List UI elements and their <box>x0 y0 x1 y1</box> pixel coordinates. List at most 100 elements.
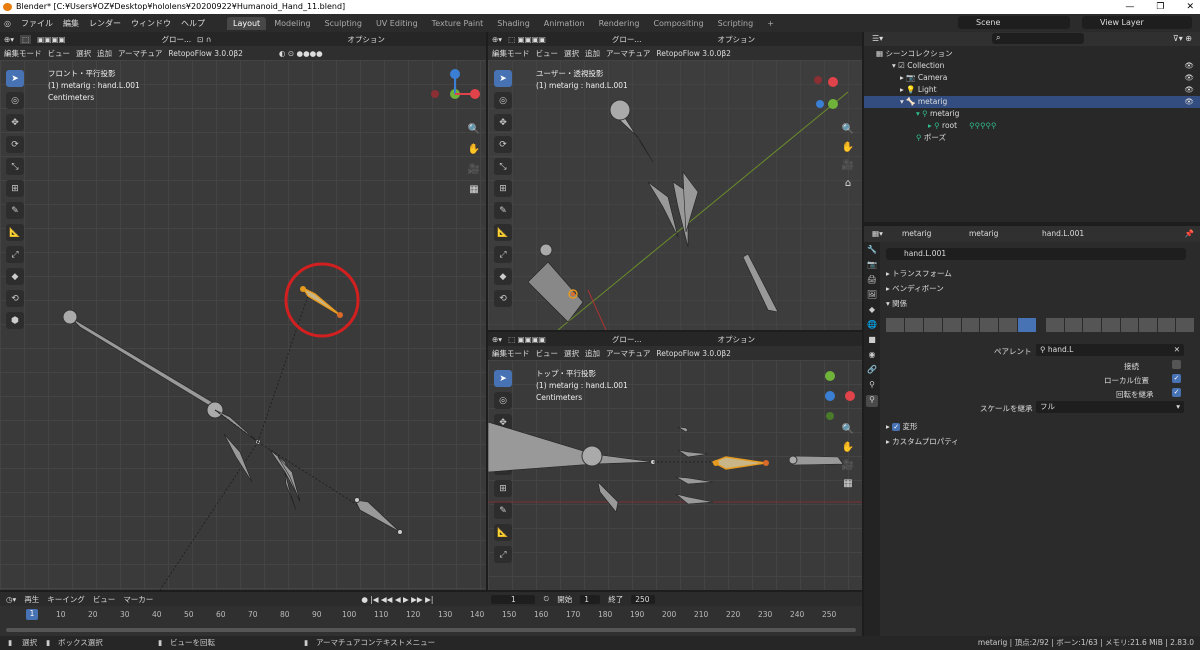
gizmo-y-axis-3[interactable] <box>825 371 835 381</box>
ortho-toggle-icon[interactable]: ▦ <box>466 184 482 200</box>
panel-deform[interactable]: ▸ ✓ 変形 <box>886 421 918 432</box>
viewport-top[interactable]: ⊕▾ ⬚ ▣▣▣▣ グロー... オプション 編集モード ビュー 選択 追加 ア… <box>488 332 862 590</box>
tab-rendering[interactable]: Rendering <box>593 17 646 30</box>
bone-forearm[interactable] <box>69 316 221 413</box>
panel-custom-properties[interactable]: ▸ カスタムプロパティ <box>886 436 959 447</box>
tab-sculpting[interactable]: Sculpting <box>319 17 368 30</box>
local-location-checkbox[interactable]: ✓ <box>1172 374 1181 383</box>
tab-compositing[interactable]: Compositing <box>647 17 709 30</box>
physics-tab-icon[interactable]: ◉ <box>866 350 878 362</box>
timeline-editor-icon[interactable]: ◷▾ <box>6 595 16 604</box>
tab-uv-editing[interactable]: UV Editing <box>370 17 424 30</box>
pan-hand-icon-2[interactable]: ✋ <box>840 142 856 158</box>
marker-menu[interactable]: マーカー <box>123 594 153 605</box>
zoom-icon-3[interactable]: 🔍 <box>840 424 856 440</box>
bone-layers-left[interactable] <box>886 318 1036 332</box>
tab-animation[interactable]: Animation <box>538 17 591 30</box>
playback-menu[interactable]: 再生 <box>24 594 39 605</box>
blender-menu-icon[interactable]: ◎ <box>4 19 11 28</box>
deform-checkbox[interactable]: ✓ <box>892 423 901 431</box>
constraints-tab-icon[interactable]: 🔗 <box>866 365 878 377</box>
panel-transform[interactable]: ▸ トランスフォーム <box>886 268 952 279</box>
output-tab-icon[interactable]: 🖨 <box>866 275 878 287</box>
perspective-toggle-icon-2[interactable]: ⌂ <box>840 178 856 194</box>
gizmo-x-axis-3[interactable] <box>845 391 855 401</box>
bone-layers-right[interactable] <box>1046 318 1194 332</box>
timeline-ruler[interactable]: 1 10 20 30 40 50 60 70 80 90 100 110 120… <box>0 608 862 622</box>
outliner-row-light[interactable]: ▸ 💡 Light 👁 <box>864 84 1200 96</box>
view-layer-selector[interactable]: View Layer <box>1082 16 1192 29</box>
data-tab-icon[interactable]: ⚲ <box>866 380 878 392</box>
world-tab-icon[interactable]: 🌐 <box>866 320 878 332</box>
menu-render[interactable]: レンダー <box>89 18 121 29</box>
eye-icon[interactable]: 👁 <box>1184 96 1194 108</box>
eye-icon[interactable]: 👁 <box>1184 84 1194 96</box>
pan-hand-icon-3[interactable]: ✋ <box>840 442 856 458</box>
breadcrumb-metarig-object[interactable]: metarig <box>902 226 931 242</box>
viewport-user-perspective[interactable]: ⊕▾ ⬚ ▣▣▣▣ グロー... オプション 編集モード ビュー 選択 追加 ア… <box>488 32 862 330</box>
outliner-row-collection[interactable]: ▾ ☑ Collection 👁 <box>864 60 1200 72</box>
filter-icon[interactable]: ⊽▾ ⊕ <box>1173 34 1192 43</box>
eye-icon[interactable]: 👁 <box>1184 60 1194 72</box>
tab-texture-paint[interactable]: Texture Paint <box>426 17 490 30</box>
pin-icon[interactable]: 📌 <box>1185 226 1194 242</box>
object-tab-icon[interactable]: ■ <box>866 335 878 347</box>
outliner-row-camera[interactable]: ▸ 📷 Camera 👁 <box>864 72 1200 84</box>
scene-selector[interactable]: Scene <box>958 16 1070 29</box>
zoom-icon[interactable]: 🔍 <box>466 124 482 140</box>
outliner-row-pose[interactable]: ⚲ ポーズ <box>864 132 1200 144</box>
gizmo-z-axis-2[interactable] <box>816 100 824 108</box>
ortho-toggle-icon-3[interactable]: ▦ <box>840 478 856 494</box>
connect-checkbox[interactable] <box>1172 360 1181 369</box>
zoom-icon-2[interactable]: 🔍 <box>840 124 856 140</box>
end-frame-field[interactable]: 250 <box>631 594 656 604</box>
gizmo-y-axis-2[interactable] <box>828 99 838 109</box>
gizmo-neg-x-axis[interactable] <box>431 90 439 98</box>
render-tab-icon[interactable]: 📷 <box>866 260 878 272</box>
menu-window[interactable]: ウィンドウ <box>131 18 171 29</box>
breadcrumb-metarig-data[interactable]: metarig <box>969 226 998 242</box>
camera-view-icon-2[interactable]: 🎥 <box>840 160 856 176</box>
pan-hand-icon[interactable]: ✋ <box>466 144 482 160</box>
outliner-row-root[interactable]: ▸ ⚲ root ⚲⚲⚲⚲⚲ <box>864 120 1200 132</box>
scene-tab-icon[interactable]: ◆ <box>866 305 878 317</box>
menu-help[interactable]: ヘルプ <box>181 18 205 29</box>
tab-layout[interactable]: Layout <box>226 16 267 30</box>
properties-editor-icon[interactable]: ▦▾ <box>872 226 883 242</box>
start-frame-field[interactable]: 1 <box>580 594 601 604</box>
maximize-button[interactable]: ❐ <box>1156 0 1164 14</box>
inherit-scale-dropdown[interactable]: フル ▾ <box>1036 401 1184 413</box>
gizmo-z-axis-3[interactable] <box>825 391 835 401</box>
gizmo-x-axis-2[interactable] <box>828 77 838 87</box>
eye-icon[interactable]: 👁 <box>1184 72 1194 84</box>
camera-view-icon-3[interactable]: 🎥 <box>840 460 856 476</box>
playhead[interactable]: 1 <box>26 609 38 620</box>
outliner-row-armature-data[interactable]: ▾ ⚲ metarig <box>864 108 1200 120</box>
menu-file[interactable]: ファイル <box>21 18 53 29</box>
viewport-front[interactable]: ⊕▾ ⬚ ▣▣▣▣ グロー... ⊡ ∩ オプション 編集モード ビュー 選択 … <box>0 32 486 590</box>
tab-scripting[interactable]: Scripting <box>712 17 760 30</box>
clock-icon[interactable]: ⏲ <box>543 594 549 604</box>
breadcrumb-bone[interactable]: hand.L.001 <box>1042 226 1084 242</box>
menu-edit[interactable]: 編集 <box>63 18 79 29</box>
outliner-editor-icon[interactable]: ☰▾ <box>872 34 883 43</box>
bone-hand-l-001-selected[interactable] <box>301 286 341 316</box>
timeline-scrollbar[interactable] <box>6 628 856 632</box>
keying-menu[interactable]: キーイング <box>47 594 85 605</box>
minimize-button[interactable]: — <box>1125 0 1134 14</box>
timeline-view-menu[interactable]: ビュー <box>93 594 116 605</box>
tab-shading[interactable]: Shading <box>491 17 536 30</box>
current-frame-field[interactable]: 1 <box>491 594 536 604</box>
bone-tab-icon[interactable]: ⚲ <box>866 395 878 407</box>
view-layer-tab-icon[interactable]: 🖼 <box>866 290 878 302</box>
tab-modeling[interactable]: Modeling <box>268 17 316 30</box>
scene-collection-row[interactable]: ▦ シーンコレクション <box>864 48 1200 60</box>
camera-view-icon[interactable]: 🎥 <box>466 164 482 180</box>
parent-field[interactable]: ⚲ hand.L ✕ <box>1036 344 1184 356</box>
panel-relations[interactable]: ▾ 関係 <box>886 298 907 309</box>
clear-parent-icon[interactable]: ✕ <box>1174 344 1180 356</box>
bone-name-field[interactable]: hand.L.001 <box>886 248 1186 260</box>
inherit-rotation-checkbox[interactable]: ✓ <box>1172 388 1181 397</box>
playback-controls[interactable]: ● |◀ ◀◀ ◀ ▶ ▶▶ ▶| <box>361 595 433 604</box>
close-button[interactable]: ✕ <box>1186 0 1194 14</box>
